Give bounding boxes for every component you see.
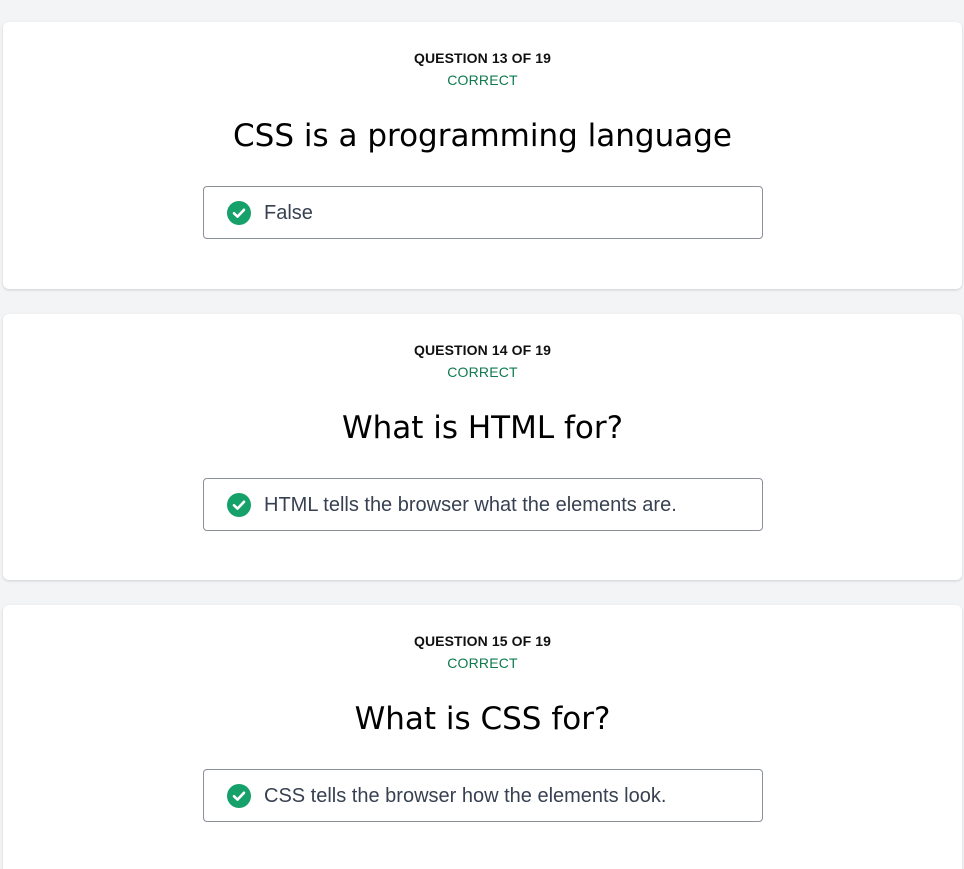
question-status: CORRECT	[447, 655, 518, 671]
answer-text: False	[264, 201, 313, 224]
question-number: QUESTION 15 OF 19	[413, 633, 552, 649]
check-circle-icon	[227, 492, 251, 517]
check-circle-icon	[227, 200, 251, 225]
check-circle-icon	[227, 783, 251, 808]
answer-option[interactable]: HTML tells the browser what the elements…	[203, 478, 763, 531]
answer-option[interactable]: CSS tells the browser how the elements l…	[203, 769, 763, 822]
question-title: What is HTML for?	[341, 410, 624, 446]
answer-text: HTML tells the browser what the elements…	[264, 493, 677, 516]
question-status: CORRECT	[447, 72, 518, 88]
quiz-results-feed: QUESTION 13 OF 19 CORRECT CSS is a progr…	[0, 0, 964, 869]
question-card: QUESTION 14 OF 19 CORRECT What is HTML f…	[3, 314, 962, 580]
question-number: QUESTION 13 OF 19	[413, 50, 552, 66]
question-status: CORRECT	[447, 364, 518, 380]
answer-text: CSS tells the browser how the elements l…	[264, 784, 667, 807]
question-card: QUESTION 13 OF 19 CORRECT CSS is a progr…	[3, 22, 962, 289]
question-number: QUESTION 14 OF 19	[413, 342, 552, 358]
question-title: CSS is a programming language	[233, 118, 732, 154]
question-title: What is CSS for?	[354, 701, 611, 737]
answer-option[interactable]: False	[203, 186, 763, 239]
question-card: QUESTION 15 OF 19 CORRECT What is CSS fo…	[3, 605, 962, 869]
